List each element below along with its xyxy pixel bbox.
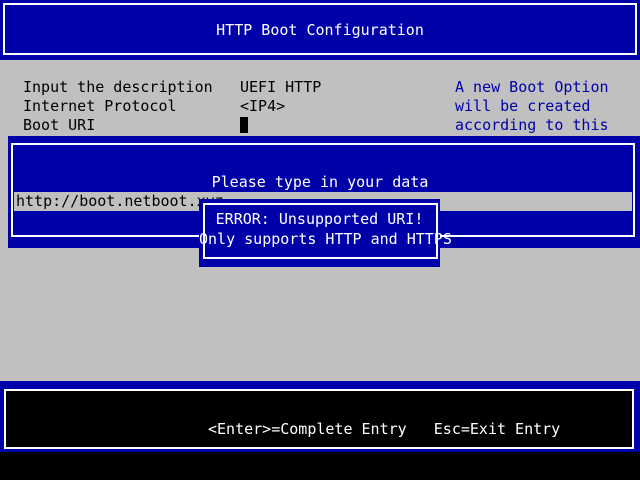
screen-bottom-strip — [0, 452, 640, 480]
text-cursor[interactable] — [240, 117, 248, 133]
input-dialog-prompt: Please type in your data — [211, 173, 429, 191]
footer-key-hints: <Enter>=Complete Entry Esc=Exit Entry — [208, 420, 560, 439]
help-line-2: will be created — [455, 97, 591, 115]
page-title: HTTP Boot Configuration — [216, 21, 424, 39]
label-internet-protocol: Internet Protocol — [23, 97, 177, 115]
internet-protocol-value[interactable]: <IP4> — [240, 97, 285, 116]
label-description: Input the description — [23, 78, 213, 96]
error-message: ERROR: Unsupported URI! — [215, 210, 424, 228]
description-value[interactable]: UEFI HTTP — [240, 78, 321, 97]
error-detail: Only supports HTTP and HTTPS — [199, 230, 452, 248]
label-boot-uri: Boot URI — [23, 116, 96, 134]
help-line-1: A new Boot Option — [455, 78, 609, 96]
enter-hint: <Enter>=Complete Entry — [208, 420, 407, 438]
footer-frame — [4, 389, 634, 449]
help-line-3: according to this — [455, 116, 609, 134]
esc-hint: Esc=Exit Entry — [433, 420, 561, 438]
